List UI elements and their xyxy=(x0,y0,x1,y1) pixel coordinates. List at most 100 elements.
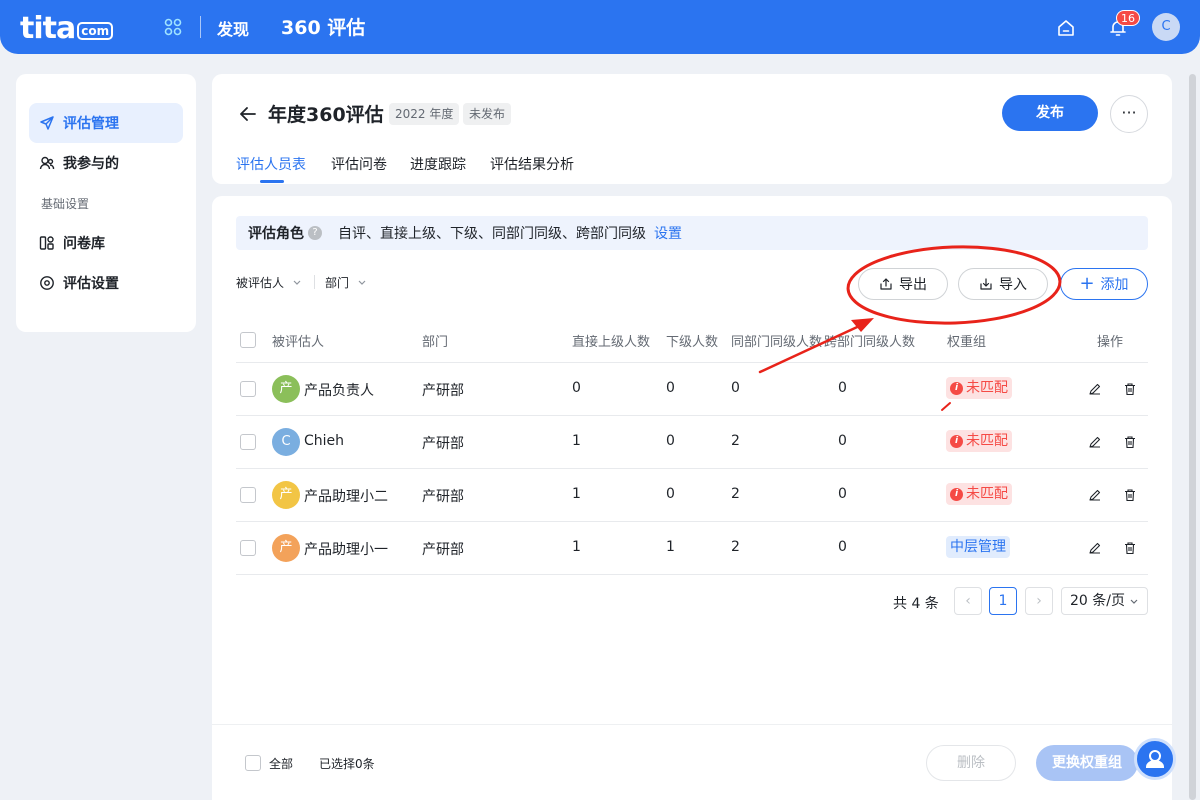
next-page-button[interactable]: › xyxy=(1025,587,1053,615)
tab-result-analysis[interactable]: 评估结果分析 xyxy=(490,154,574,174)
row-checkbox[interactable] xyxy=(240,487,256,503)
avatar: 产 xyxy=(272,534,300,562)
row-checkbox[interactable] xyxy=(240,434,256,450)
sidebar-item-evaluation-settings[interactable]: 评估设置 xyxy=(29,263,183,303)
page-1-button[interactable]: 1 xyxy=(989,587,1017,615)
weight-group-label: 未匹配 xyxy=(966,433,1008,449)
tab-questionnaire[interactable]: 评估问卷 xyxy=(331,154,387,174)
edit-icon[interactable] xyxy=(1088,541,1102,555)
user-avatar[interactable]: C xyxy=(1152,13,1180,41)
filter-divider xyxy=(314,275,315,289)
settings-icon xyxy=(40,276,54,290)
same-dept-count-cell: 2 xyxy=(731,486,740,502)
same-dept-count-cell: 0 xyxy=(731,380,740,396)
back-arrow-icon[interactable] xyxy=(238,104,258,124)
row-checkbox[interactable] xyxy=(240,381,256,397)
top-divider xyxy=(200,16,201,38)
cross-dept-count-cell: 0 xyxy=(838,539,847,555)
select-all-label: 全部 xyxy=(269,757,294,771)
weight-group-label: 未匹配 xyxy=(966,486,1008,502)
weight-group-badge: i 未匹配 xyxy=(946,483,1012,505)
department-cell: 产研部 xyxy=(422,489,464,505)
customer-service-button[interactable] xyxy=(1134,738,1176,780)
select-all-rows-checkbox[interactable] xyxy=(240,332,256,348)
col-cross-dept-count: 跨部门同级人数 xyxy=(824,335,916,350)
page-size-select[interactable]: 20 条/页 xyxy=(1061,587,1148,615)
sidebar-item-evaluation-management[interactable]: 评估管理 xyxy=(29,103,183,143)
publish-button[interactable]: 发布 xyxy=(1002,95,1098,131)
edit-icon[interactable] xyxy=(1088,435,1102,449)
trash-icon[interactable] xyxy=(1123,488,1137,502)
evaluatee-name: 产品负责人 xyxy=(304,383,374,399)
add-button[interactable]: + 添加 xyxy=(1060,268,1148,300)
edit-icon[interactable] xyxy=(1088,382,1102,396)
logo-text: tita xyxy=(20,11,76,46)
nav-discover[interactable]: 发现 xyxy=(217,16,249,40)
trash-icon[interactable] xyxy=(1123,541,1137,555)
warning-icon: i xyxy=(950,381,963,395)
department-cell: 产研部 xyxy=(422,542,464,558)
superior-count-cell: 1 xyxy=(572,486,581,502)
help-icon[interactable]: ? xyxy=(308,226,322,240)
role-value: 自评、直接上级、下级、同部门同级、跨部门同级 xyxy=(338,226,646,242)
filter-department[interactable]: 部门 xyxy=(325,274,367,291)
row-checkbox[interactable] xyxy=(240,540,256,556)
role-label: 评估角色 xyxy=(248,226,304,242)
row-divider xyxy=(236,574,1148,575)
trash-icon[interactable] xyxy=(1123,382,1137,396)
same-dept-count-cell: 2 xyxy=(731,539,740,555)
header-card: 年度360评估 2022 年度 未发布 发布 ··· 评估人员表 评估问卷 进度… xyxy=(212,74,1172,184)
subordinate-count-cell: 0 xyxy=(666,433,675,449)
role-settings-link[interactable]: 设置 xyxy=(654,223,682,243)
customer-service-icon xyxy=(1145,750,1165,768)
filter-label: 部门 xyxy=(325,276,350,290)
year-tag: 2022 年度 xyxy=(389,103,460,125)
sidebar-item-my-participation[interactable]: 我参与的 xyxy=(29,143,183,183)
tita-logo[interactable]: tita com xyxy=(20,10,114,46)
cross-dept-count-cell: 0 xyxy=(838,433,847,449)
top-bar: tita com 发现 360 评估 16 C xyxy=(0,0,1200,54)
chevron-down-icon xyxy=(1130,599,1138,604)
avatar: 产 xyxy=(272,481,300,509)
weight-group-label: 中层管理 xyxy=(950,539,1006,555)
export-label: 导出 xyxy=(899,277,927,293)
evaluatee-name: Chieh xyxy=(304,433,345,449)
avatar: 产 xyxy=(272,375,300,403)
change-weight-group-button[interactable]: 更换权重组 xyxy=(1036,745,1138,781)
table-row: 产产品助理小一 产研部 1 1 2 0 中层管理 xyxy=(212,522,1172,575)
notification-badge: 16 xyxy=(1116,10,1140,26)
main-card: 评估角色 ? 自评、直接上级、下级、同部门同级、跨部门同级 设置 被评估人 部门… xyxy=(212,196,1172,800)
sidebar-item-questionnaire-library[interactable]: 问卷库 xyxy=(29,223,183,263)
apps-grid-icon[interactable] xyxy=(164,18,182,36)
page-scrollbar[interactable] xyxy=(1189,74,1196,800)
more-button[interactable]: ··· xyxy=(1110,95,1148,133)
prev-page-button[interactable]: ‹ xyxy=(954,587,982,615)
edit-icon[interactable] xyxy=(1088,488,1102,502)
subordinate-count-cell: 0 xyxy=(666,486,675,502)
selected-count: 已选择0条 xyxy=(319,757,375,771)
delete-button[interactable]: 删除 xyxy=(926,745,1016,781)
import-icon xyxy=(980,278,992,290)
table-row: 产产品助理小二 产研部 1 0 2 0 i 未匹配 xyxy=(212,469,1172,522)
home-icon[interactable] xyxy=(1056,18,1076,38)
tab-evaluatee-list[interactable]: 评估人员表 xyxy=(236,154,306,174)
page-title: 年度360评估 xyxy=(268,104,384,126)
col-evaluatee: 被评估人 xyxy=(272,335,325,350)
col-same-dept-count: 同部门同级人数 xyxy=(731,335,823,350)
pagination-total: 共 4 条 xyxy=(893,596,939,612)
import-button[interactable]: 导入 xyxy=(958,268,1048,300)
tab-progress[interactable]: 进度跟踪 xyxy=(410,154,466,174)
col-department: 部门 xyxy=(422,335,449,350)
export-button[interactable]: 导出 xyxy=(858,268,948,300)
library-icon xyxy=(39,236,54,250)
cross-dept-count-cell: 0 xyxy=(838,380,847,396)
chevron-down-icon xyxy=(293,280,301,285)
sidebar-item-label: 评估管理 xyxy=(63,116,119,132)
department-cell: 产研部 xyxy=(422,436,464,452)
filter-evaluatee[interactable]: 被评估人 xyxy=(236,274,302,291)
trash-icon[interactable] xyxy=(1123,435,1137,449)
select-all-checkbox[interactable] xyxy=(245,755,261,771)
logo-suffix: com xyxy=(77,22,114,40)
sidebar-item-label: 问卷库 xyxy=(63,236,105,252)
superior-count-cell: 1 xyxy=(572,433,581,449)
